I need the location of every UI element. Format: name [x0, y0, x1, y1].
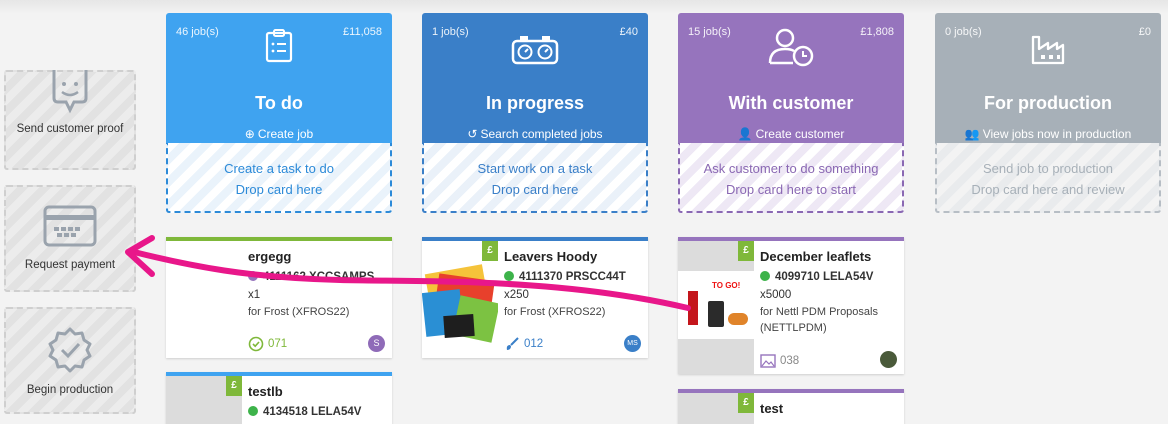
drag-arrow-annotation	[125, 235, 691, 311]
